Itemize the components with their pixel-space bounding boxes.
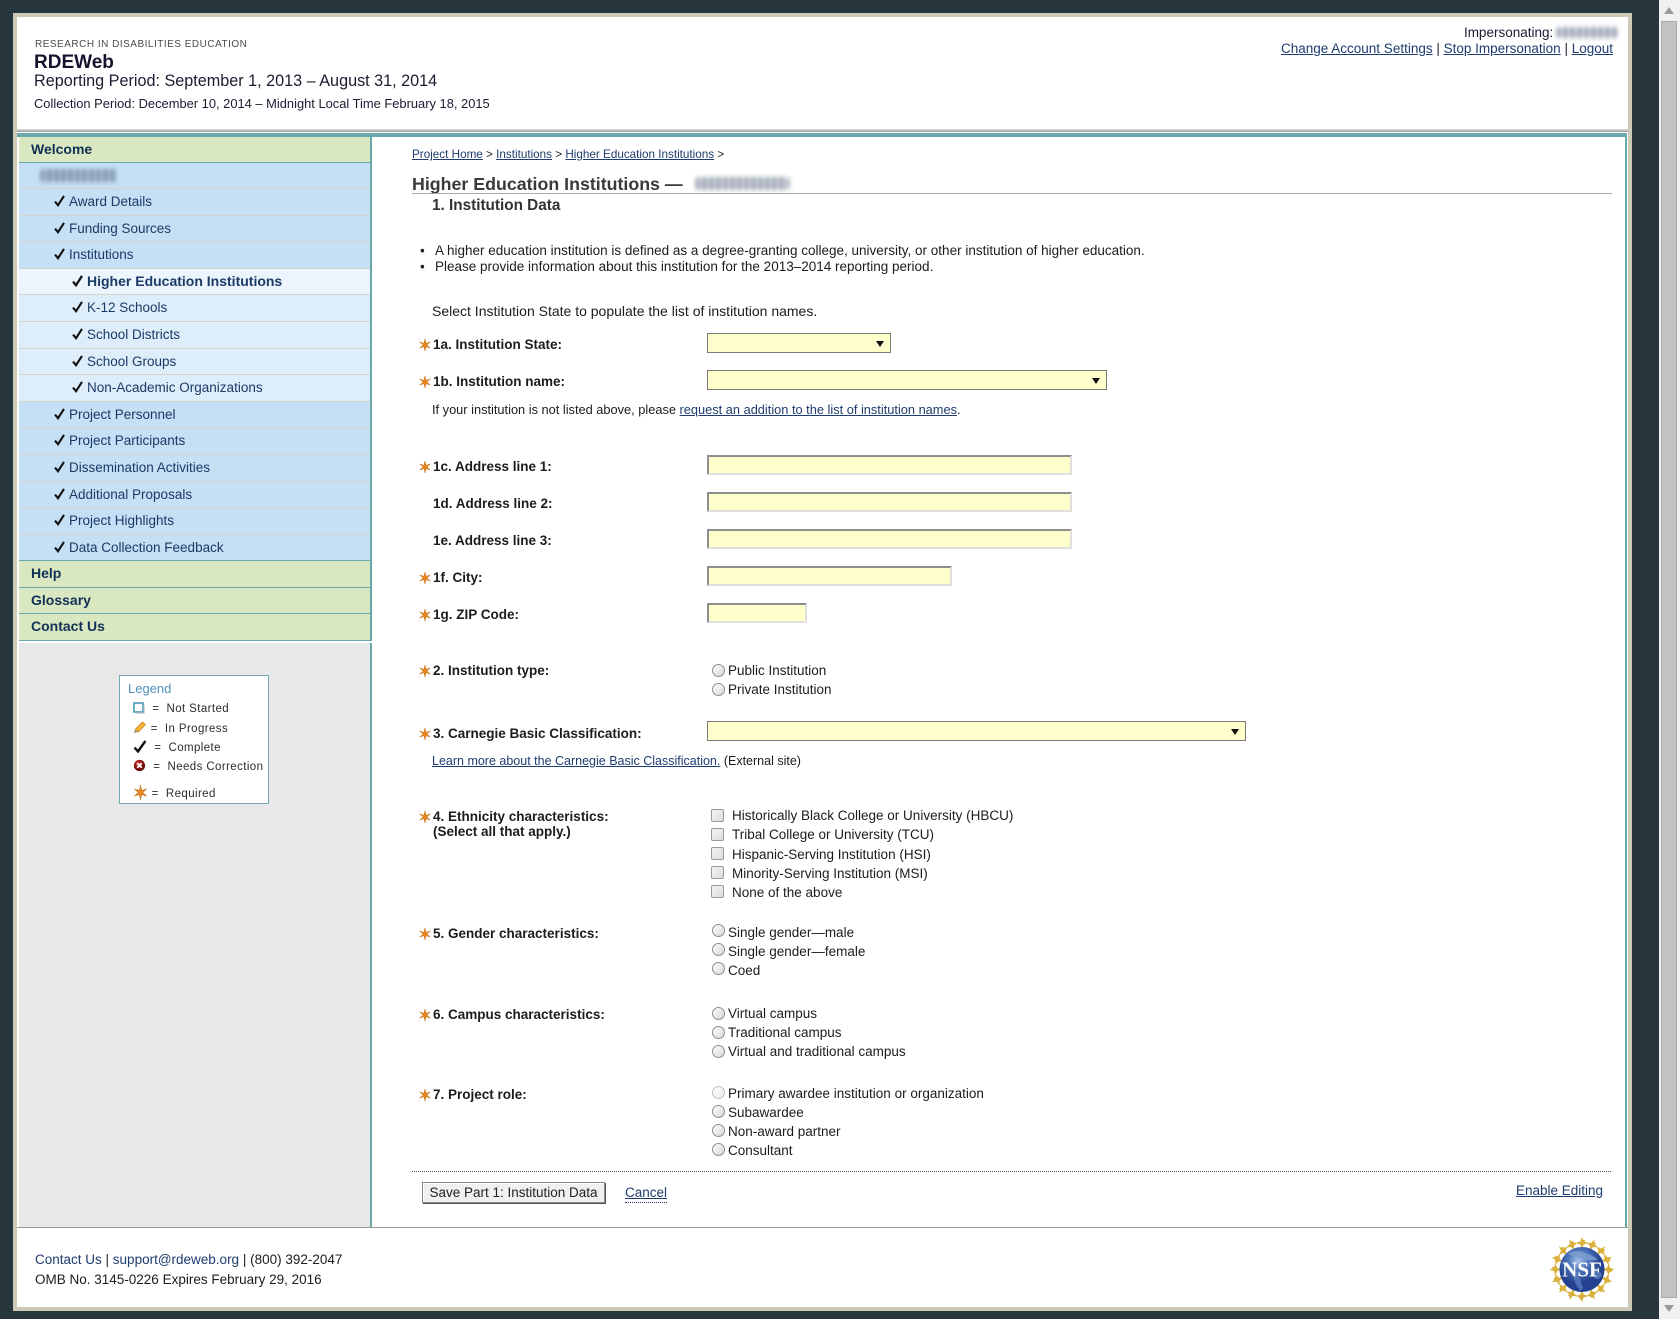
svg-text:NSF: NSF	[1562, 1258, 1602, 1282]
